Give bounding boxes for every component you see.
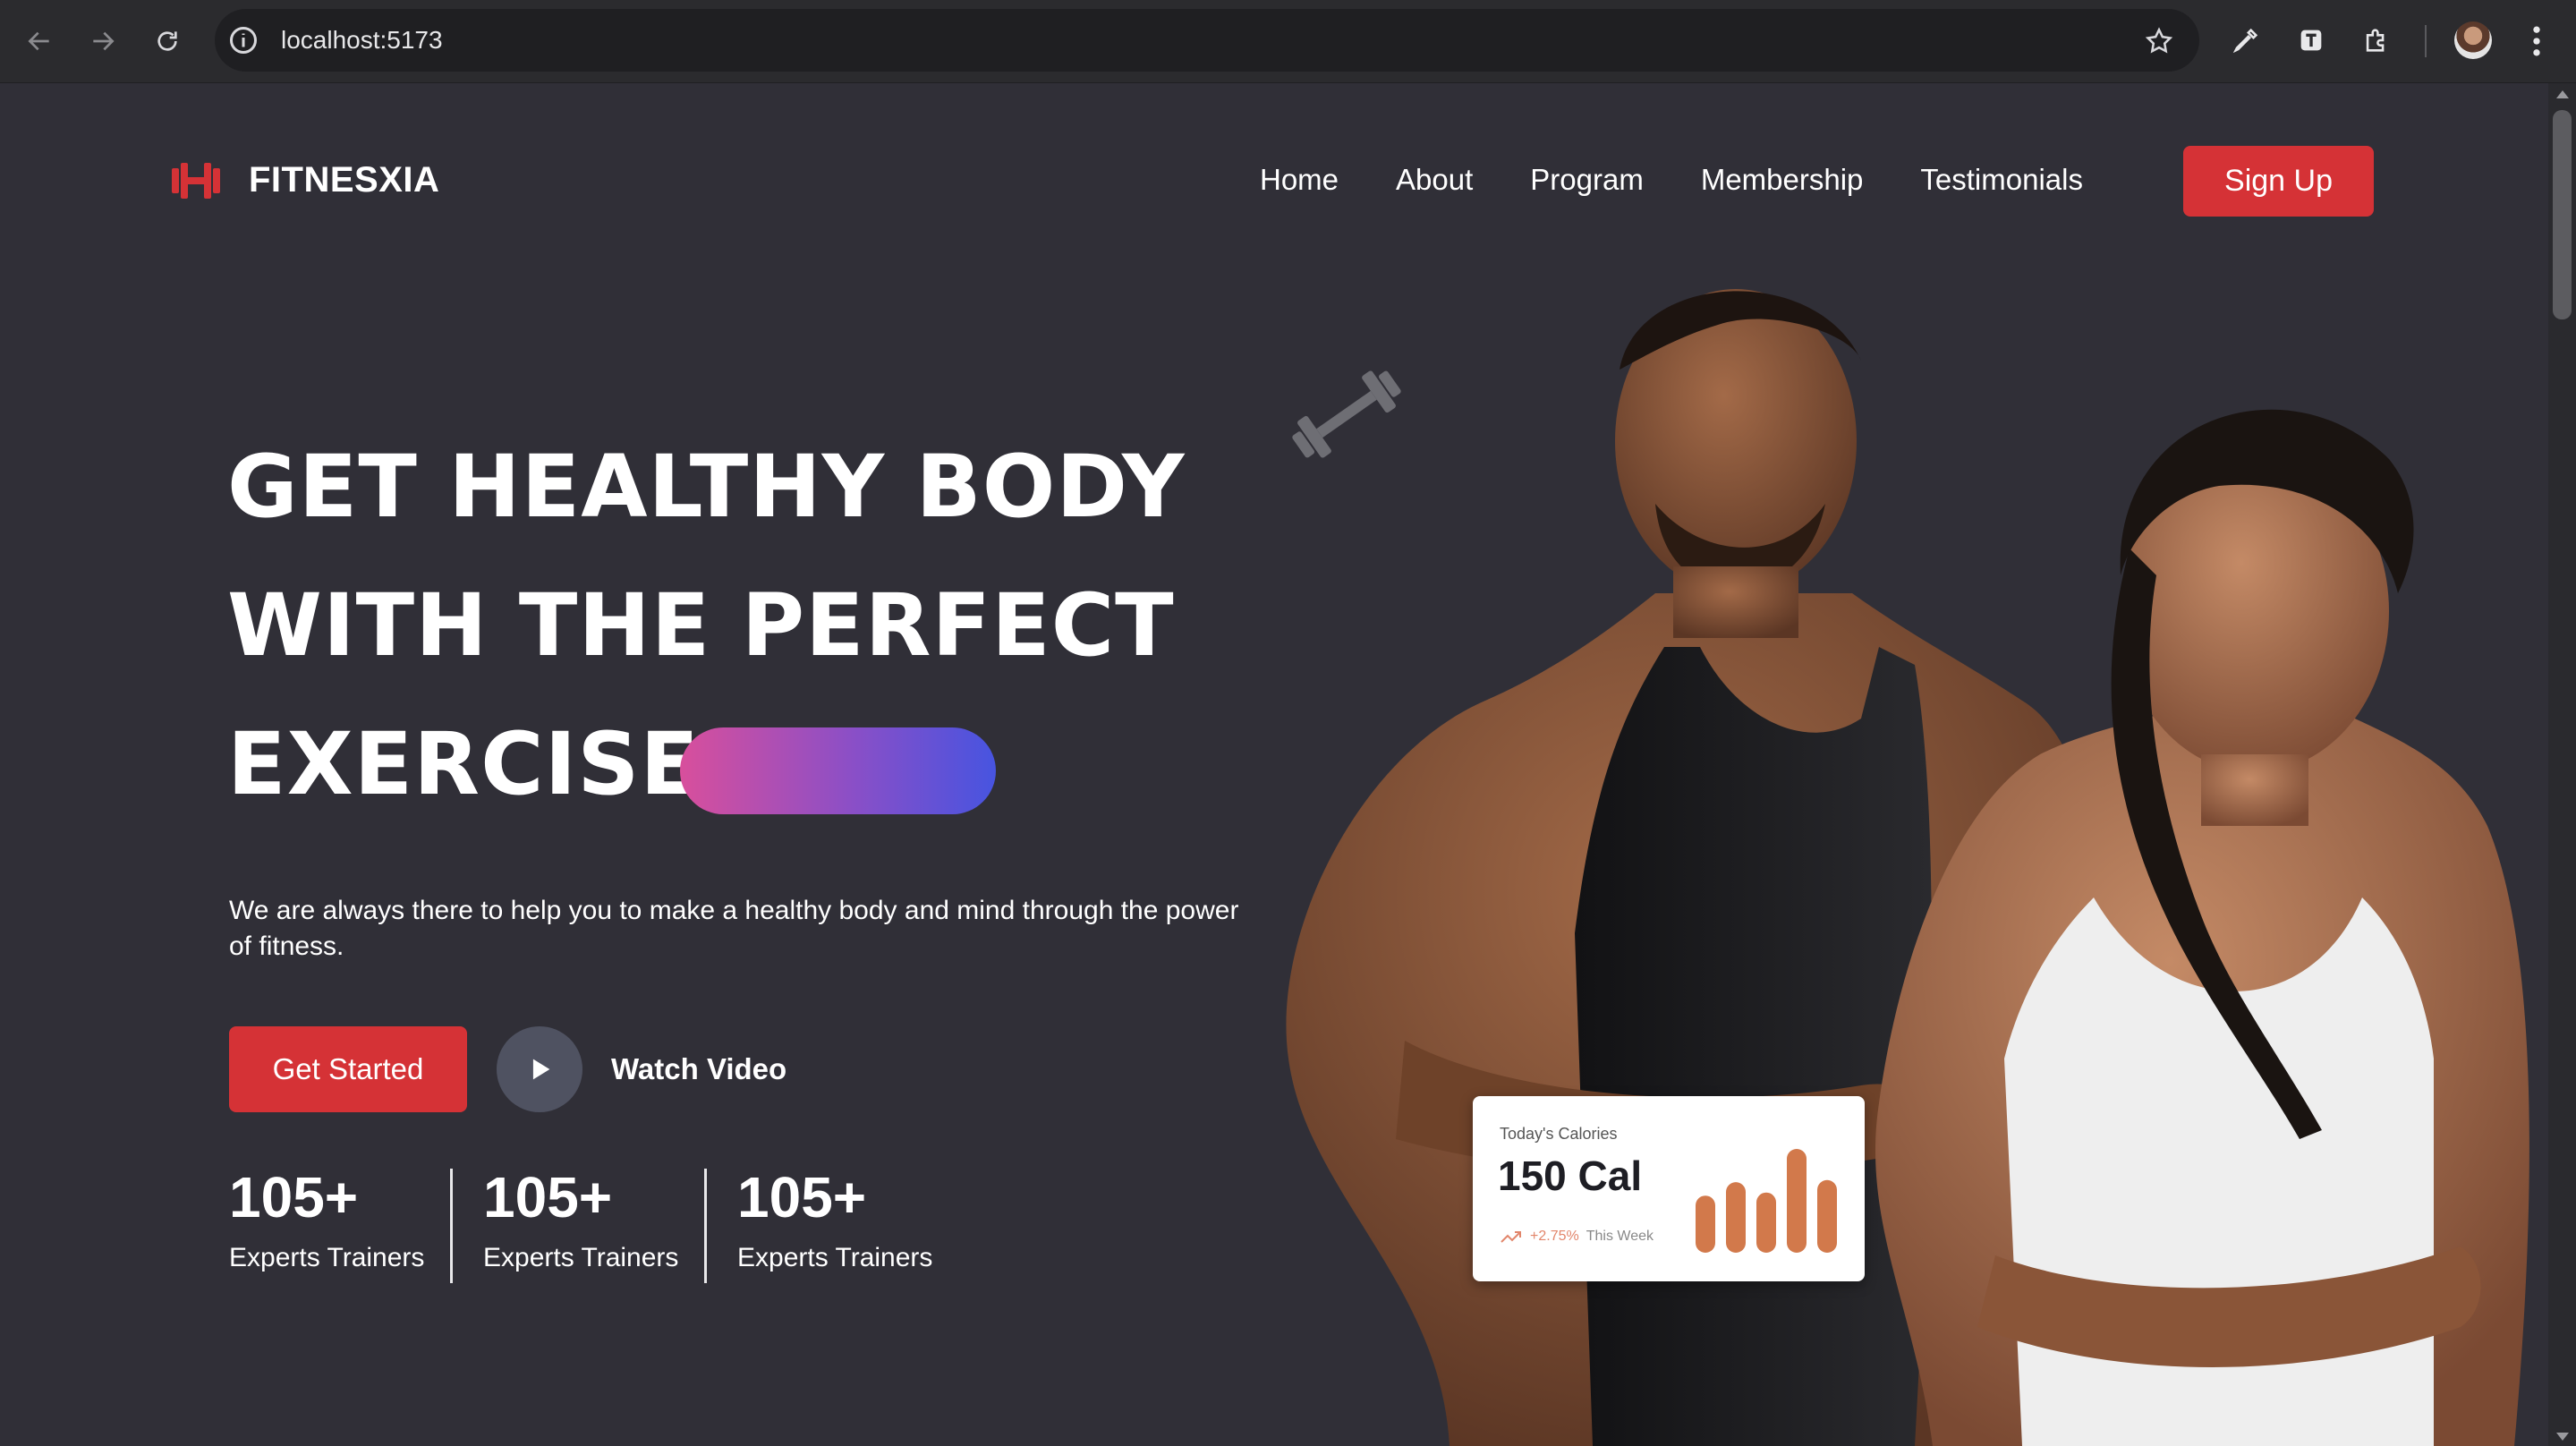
calorie-bar (1696, 1195, 1715, 1253)
calorie-bar (1726, 1182, 1746, 1253)
stat-value: 105+ (737, 1165, 867, 1229)
nav-link-membership[interactable]: Membership (1701, 162, 1864, 198)
play-video-button[interactable] (497, 1026, 582, 1112)
calories-card-title: Today's Calories (1500, 1125, 1618, 1143)
trend-up-icon (1501, 1231, 1521, 1243)
nav-link-program[interactable]: Program (1530, 162, 1644, 198)
hero-heading-line-2: WITH THE PERFECT (227, 575, 1175, 676)
scroll-down-arrow-icon[interactable] (2556, 1433, 2569, 1441)
url-text[interactable]: localhost:5173 (281, 9, 443, 72)
address-bar[interactable]: localhost:5173 (215, 9, 2199, 72)
athletes-photo (1286, 289, 2529, 1446)
stat-item: 105+ Experts Trainers (483, 1166, 678, 1273)
calories-change: +2.75% (1530, 1229, 1579, 1244)
stat-label: Experts Trainers (229, 1243, 425, 1272)
gradient-pill-decoration (680, 727, 996, 814)
stat-item: 105+ Experts Trainers (737, 1166, 932, 1273)
stat-divider (450, 1169, 453, 1283)
extensions-button[interactable] (2359, 22, 2394, 58)
sign-up-button[interactable]: Sign Up (2183, 146, 2374, 217)
eyedropper-icon (2232, 28, 2258, 54)
play-icon (532, 1059, 550, 1080)
stat-item: 105+ Experts Trainers (229, 1166, 424, 1273)
text-block-icon (2300, 30, 2322, 51)
scroll-up-arrow-icon[interactable] (2556, 90, 2569, 98)
dumbbell-logo-icon (172, 162, 220, 199)
calorie-bar (1756, 1192, 1776, 1253)
hero-heading-line-1: GET HEALTHY BODY (227, 437, 1186, 537)
stat-label: Experts Trainers (483, 1243, 679, 1272)
toolbar-divider (2425, 25, 2427, 57)
site-info-icon[interactable] (227, 24, 259, 56)
nav-link-testimonials[interactable]: Testimonials (1920, 162, 2083, 198)
hero-description: We are always there to help you to make … (229, 896, 1239, 961)
back-button[interactable] (20, 21, 59, 61)
calories-value: 150 Cal (1498, 1153, 1643, 1199)
reload-button[interactable] (148, 21, 187, 61)
calories-bar-chart (1696, 1149, 1837, 1253)
text-extension[interactable] (2293, 22, 2329, 58)
nav-link-about[interactable]: About (1396, 162, 1473, 198)
calorie-bar (1787, 1149, 1807, 1253)
scrollbar-thumb[interactable] (2553, 110, 2572, 319)
stat-value: 105+ (229, 1165, 359, 1229)
calories-card: Today's Calories 150 Cal +2.75% This Wee… (1473, 1096, 1865, 1281)
watch-video-link[interactable]: Watch Video (611, 1050, 786, 1089)
calories-period: This Week (1586, 1229, 1654, 1244)
hero-heading-line-3: EXERCISE (227, 714, 700, 814)
brand-logo[interactable]: FITNESXIA (170, 160, 439, 200)
nav-link-home[interactable]: Home (1260, 162, 1339, 198)
page-viewport: FITNESXIA Home About Program Membership … (0, 83, 2548, 1446)
calorie-bar (1817, 1179, 1837, 1253)
reload-icon (157, 31, 177, 51)
more-menu-icon[interactable] (2523, 21, 2550, 61)
stat-value: 105+ (483, 1165, 613, 1229)
profile-avatar[interactable] (2454, 21, 2492, 59)
calories-trend: +2.75% This Week (1500, 1229, 1654, 1245)
get-started-button[interactable]: Get Started (229, 1026, 467, 1112)
page-scrollbar[interactable] (2548, 83, 2576, 1446)
main-nav: Home About Program Membership Testimonia… (1260, 162, 2083, 198)
brand-name: FITNESXIA (249, 160, 440, 200)
stat-divider (704, 1169, 707, 1283)
puzzle-icon (2366, 29, 2385, 52)
stat-label: Experts Trainers (737, 1243, 933, 1272)
eyedropper-extension[interactable] (2228, 22, 2264, 58)
arrow-left-icon (28, 31, 49, 51)
forward-button[interactable] (83, 21, 123, 61)
bookmark-star-icon[interactable] (2144, 26, 2174, 56)
browser-toolbar: localhost:5173 (0, 0, 2576, 83)
arrow-right-icon (93, 31, 115, 51)
